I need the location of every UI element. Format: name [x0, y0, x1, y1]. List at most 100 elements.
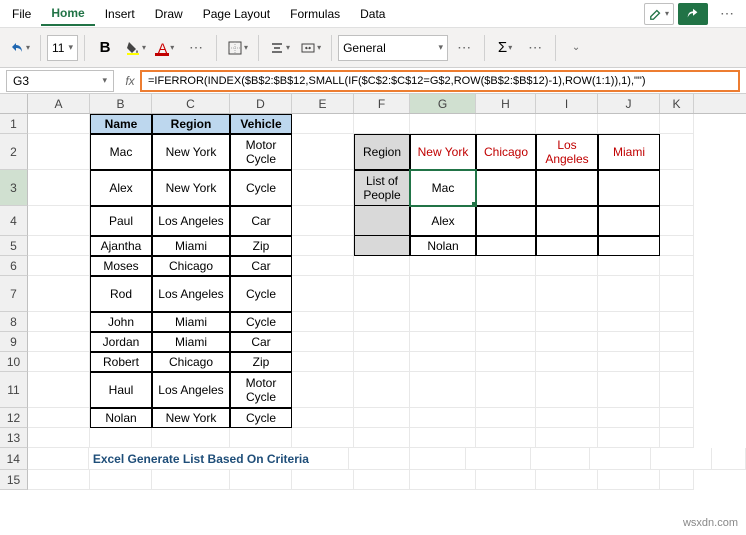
cell[interactable]	[292, 352, 354, 372]
cell[interactable]	[292, 470, 354, 490]
table-cell[interactable]: Jordan	[90, 332, 152, 352]
cell[interactable]	[354, 312, 410, 332]
menu-draw[interactable]: Draw	[145, 3, 193, 25]
formula-input[interactable]: =IFERROR(INDEX($B$2:$B$12,SMALL(IF($C$2:…	[140, 70, 740, 92]
more-number-button[interactable]: ⋯	[450, 34, 478, 62]
cell[interactable]	[712, 448, 746, 470]
cell[interactable]	[598, 352, 660, 372]
cell[interactable]	[292, 256, 354, 276]
cell[interactable]	[410, 114, 476, 134]
row-header[interactable]: 9	[0, 332, 28, 352]
cell[interactable]	[90, 428, 152, 448]
cell[interactable]	[536, 470, 598, 490]
menu-data[interactable]: Data	[350, 3, 395, 25]
cell[interactable]	[651, 448, 712, 470]
cell[interactable]	[598, 114, 660, 134]
table-cell[interactable]: Los Angeles	[152, 372, 230, 408]
cell[interactable]	[410, 470, 476, 490]
table-cell[interactable]: Robert	[90, 352, 152, 372]
cell[interactable]	[292, 312, 354, 332]
table-cell[interactable]: Cycle	[230, 312, 292, 332]
cell[interactable]	[660, 312, 694, 332]
cell[interactable]	[354, 236, 410, 256]
pen-button[interactable]: ▾	[644, 3, 674, 25]
cell[interactable]	[410, 256, 476, 276]
cell[interactable]	[292, 114, 354, 134]
menu-page-layout[interactable]: Page Layout	[193, 3, 280, 25]
cell[interactable]	[152, 470, 230, 490]
table-cell[interactable]	[598, 170, 660, 206]
table-cell[interactable]	[476, 170, 536, 206]
table-cell[interactable]: Car	[230, 256, 292, 276]
merge-button[interactable]: ▾	[296, 34, 325, 62]
table-header[interactable]: Name	[90, 114, 152, 134]
cell[interactable]	[536, 372, 598, 408]
fill-color-button[interactable]: ▾	[121, 34, 150, 62]
table-cell[interactable]: Alex	[90, 170, 152, 206]
more-font-button[interactable]: ⋯	[182, 34, 210, 62]
cell[interactable]	[660, 332, 694, 352]
cell[interactable]	[660, 408, 694, 428]
cell[interactable]	[354, 408, 410, 428]
cell[interactable]	[354, 206, 410, 236]
cell[interactable]	[476, 256, 536, 276]
table-cell[interactable]: New York	[152, 170, 230, 206]
table-cell[interactable]: Car	[230, 332, 292, 352]
table-cell[interactable]: Rod	[90, 276, 152, 312]
table-header[interactable]: Region	[152, 114, 230, 134]
borders-button[interactable]: ▾	[223, 34, 252, 62]
cell[interactable]	[410, 428, 476, 448]
cell[interactable]	[28, 448, 89, 470]
cell[interactable]	[28, 114, 90, 134]
table-cell[interactable]	[598, 236, 660, 256]
cell[interactable]	[28, 236, 90, 256]
table-cell[interactable]: Nolan	[410, 236, 476, 256]
cell[interactable]	[28, 134, 90, 170]
cell[interactable]	[660, 352, 694, 372]
table-cell[interactable]: Alex	[410, 206, 476, 236]
cell[interactable]	[28, 372, 90, 408]
cell[interactable]	[354, 470, 410, 490]
row-header[interactable]: 8	[0, 312, 28, 332]
cell[interactable]	[536, 352, 598, 372]
cell[interactable]	[660, 170, 694, 206]
menu-file[interactable]: File	[2, 3, 41, 25]
cell[interactable]	[410, 352, 476, 372]
menu-insert[interactable]: Insert	[95, 3, 145, 25]
active-cell[interactable]: Mac	[410, 170, 476, 206]
cell[interactable]	[28, 170, 90, 206]
cell[interactable]	[410, 276, 476, 312]
cell[interactable]	[476, 312, 536, 332]
cell[interactable]	[292, 408, 354, 428]
cell[interactable]	[230, 428, 292, 448]
align-button[interactable]: ▾	[265, 34, 294, 62]
cell[interactable]	[660, 114, 694, 134]
cell[interactable]	[410, 332, 476, 352]
cell[interactable]	[354, 372, 410, 408]
cell[interactable]	[354, 332, 410, 352]
table-header[interactable]: Chicago	[476, 134, 536, 170]
table-cell[interactable]: Paul	[90, 206, 152, 236]
cell[interactable]	[410, 372, 476, 408]
table-cell[interactable]: Zip	[230, 236, 292, 256]
table-cell[interactable]	[536, 236, 598, 256]
col-header[interactable]: C	[152, 94, 230, 113]
font-size-combo[interactable]: 11▾	[47, 35, 78, 61]
cell[interactable]	[536, 312, 598, 332]
row-header[interactable]: 6	[0, 256, 28, 276]
cell[interactable]	[354, 428, 410, 448]
table-cell[interactable]: Motor Cycle	[230, 372, 292, 408]
bold-button[interactable]: B	[91, 34, 119, 62]
cell[interactable]	[292, 276, 354, 312]
menu-home[interactable]: Home	[41, 2, 94, 26]
table-cell[interactable]: Miami	[152, 332, 230, 352]
cell[interactable]	[28, 256, 90, 276]
cell[interactable]	[354, 256, 410, 276]
table-header[interactable]: New York	[410, 134, 476, 170]
cell[interactable]	[152, 428, 230, 448]
row-header[interactable]: 12	[0, 408, 28, 428]
cell[interactable]	[531, 448, 590, 470]
row-header[interactable]: 1	[0, 114, 28, 134]
table-cell[interactable]: Cycle	[230, 170, 292, 206]
more-editing-button[interactable]: ⋯	[521, 34, 549, 62]
